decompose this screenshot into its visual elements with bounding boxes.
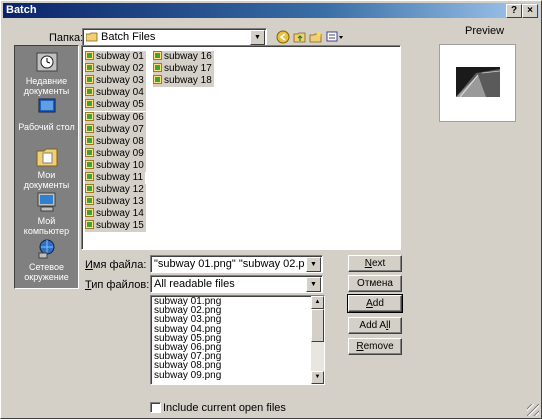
image-file-icon xyxy=(85,208,94,218)
preview-thumbnail xyxy=(456,67,500,97)
view-menu-icon[interactable] xyxy=(326,30,344,44)
image-file-icon xyxy=(85,63,94,73)
file-item[interactable]: subway 09 xyxy=(85,147,146,160)
chevron-down-icon[interactable]: ▼ xyxy=(250,30,265,45)
next-button[interactable]: Next xyxy=(348,255,402,272)
image-file-icon xyxy=(153,75,162,85)
look-in-label: Папка: xyxy=(49,32,84,44)
file-item[interactable]: subway 02 xyxy=(85,63,146,76)
window-title: Batch xyxy=(6,4,37,16)
title-bar[interactable]: Batch ? × xyxy=(3,3,539,18)
resize-grip[interactable] xyxy=(527,404,539,416)
network-places-icon xyxy=(38,239,54,259)
image-file-icon xyxy=(85,75,94,85)
file-item[interactable]: subway 17 xyxy=(153,63,214,76)
up-folder-icon[interactable] xyxy=(293,30,307,44)
file-item[interactable]: subway 15 xyxy=(85,220,146,233)
filetype-label: Тип файлов: xyxy=(85,279,150,291)
my-documents-icon xyxy=(36,148,57,167)
image-file-icon xyxy=(85,99,94,109)
filename-combo[interactable]: "subway 01.png" "subway 02.png" "subway … xyxy=(150,255,323,273)
file-item[interactable]: subway 10 xyxy=(85,159,146,172)
places-bar: Недавние документы Рабочий стол Мои доку… xyxy=(14,45,79,289)
filename-input[interactable]: "subway 01.png" "subway 02.png" "subway … xyxy=(154,258,304,270)
look-in-value: Batch Files xyxy=(101,31,156,43)
place-recent[interactable]: Недавние документы xyxy=(15,52,78,96)
chevron-down-icon[interactable]: ▼ xyxy=(306,277,321,292)
file-item[interactable]: subway 07 xyxy=(85,123,146,136)
include-open-files-label: Include current open files xyxy=(163,402,286,414)
file-item[interactable]: subway 03 xyxy=(85,75,146,88)
file-item[interactable]: subway 16 xyxy=(153,51,214,63)
image-file-icon xyxy=(85,159,94,169)
place-network[interactable]: Сетевое окружение xyxy=(15,238,78,282)
image-file-icon xyxy=(85,184,94,194)
selected-list-scrollbar[interactable]: ▲ ▼ xyxy=(311,296,324,384)
preview-panel xyxy=(439,44,516,122)
place-my-computer[interactable]: Мой компьютер xyxy=(15,192,78,236)
file-item[interactable]: subway 01 xyxy=(85,51,146,63)
scroll-up-button[interactable]: ▲ xyxy=(311,296,324,309)
image-file-icon xyxy=(85,135,94,145)
back-icon[interactable] xyxy=(276,30,290,44)
place-desktop[interactable]: Рабочий стол xyxy=(15,98,78,132)
image-file-icon xyxy=(85,51,94,60)
my-computer-icon xyxy=(37,192,55,212)
image-file-icon xyxy=(153,51,162,60)
image-file-icon xyxy=(85,172,94,181)
filetype-combo[interactable]: All readable files ▼ xyxy=(150,275,323,293)
desktop-icon xyxy=(38,98,55,116)
place-my-documents[interactable]: Мои документы xyxy=(15,146,78,190)
file-item[interactable]: subway 14 xyxy=(85,208,146,221)
chevron-down-icon[interactable]: ▼ xyxy=(306,257,321,272)
file-item[interactable]: subway 13 xyxy=(85,196,146,209)
selected-files-list[interactable]: subway 01.png subway 02.png subway 03.png s… xyxy=(150,295,325,385)
file-item[interactable]: subway 12 xyxy=(85,184,146,197)
preview-label: Preview xyxy=(465,25,505,37)
file-item[interactable]: subway 06 xyxy=(85,111,146,124)
image-file-icon xyxy=(85,123,94,133)
add-button[interactable]: Add xyxy=(347,294,403,313)
image-file-icon xyxy=(85,147,94,157)
close-button[interactable]: × xyxy=(522,4,538,18)
selected-file-item[interactable]: subway 09.png xyxy=(154,370,221,380)
file-item[interactable]: subway 11 xyxy=(85,172,146,184)
new-folder-icon[interactable] xyxy=(309,30,323,44)
scroll-down-button[interactable]: ▼ xyxy=(311,371,324,384)
image-file-icon xyxy=(153,63,162,73)
file-item[interactable]: subway 18 xyxy=(153,75,214,88)
file-list[interactable]: subway 01 subway 02 subway 03 subway 04 subw… xyxy=(81,45,401,250)
help-button[interactable]: ? xyxy=(506,4,522,18)
add-all-button[interactable]: Add All xyxy=(348,317,402,334)
scroll-thumb[interactable] xyxy=(311,309,324,342)
cancel-button[interactable]: Отмена xyxy=(348,275,402,292)
filename-label: Имя файла: xyxy=(85,259,147,271)
file-item[interactable]: subway 08 xyxy=(85,135,146,148)
batch-dialog: Batch ? × Папка: Batch Files ▼ Недавние … xyxy=(0,0,542,419)
image-file-icon xyxy=(85,196,94,206)
remove-button[interactable]: Remove xyxy=(348,338,402,355)
file-item[interactable]: subway 04 xyxy=(85,87,146,100)
image-file-icon xyxy=(85,111,94,121)
folder-icon xyxy=(86,32,98,42)
file-item[interactable]: subway 05 xyxy=(85,99,146,112)
look-in-combo[interactable]: Batch Files ▼ xyxy=(82,28,267,46)
image-file-icon xyxy=(85,87,94,97)
recent-documents-icon xyxy=(36,52,57,72)
filetype-value: All readable files xyxy=(154,278,235,290)
image-file-icon xyxy=(85,220,94,230)
include-open-files-checkbox[interactable] xyxy=(150,402,161,413)
